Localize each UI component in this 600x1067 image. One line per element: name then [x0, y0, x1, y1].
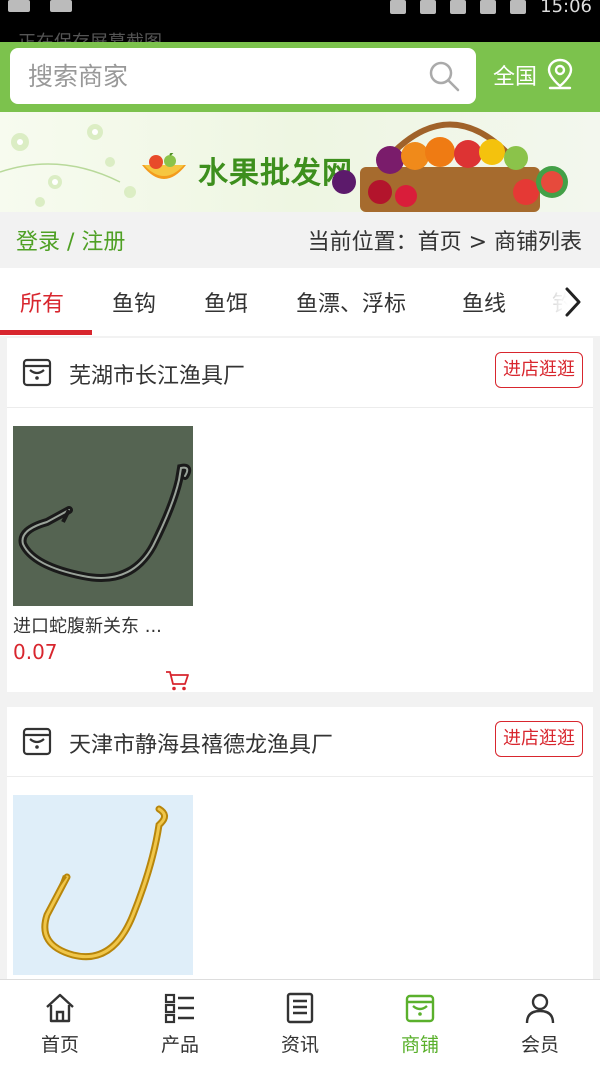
home-icon: [46, 993, 74, 1023]
fruit-bowl-icon: [142, 153, 186, 179]
active-tab-indicator: [0, 330, 92, 335]
store-name[interactable]: 天津市静海县禧德龙渔具厂: [69, 727, 333, 759]
status-system-icons: 15:06: [390, 0, 592, 17]
wifi-icon: [420, 0, 437, 14]
product-item[interactable]: 进口蛇腹新关东 ... 0.07: [13, 426, 193, 691]
search-input[interactable]: [28, 60, 408, 92]
nav-products[interactable]: 产品: [120, 980, 240, 1067]
camera-icon: [8, 0, 30, 12]
product-image[interactable]: [13, 795, 193, 975]
bottom-nav: 首页 产品 资讯 商铺 会员: [0, 979, 600, 1067]
mute-icon: [390, 0, 407, 14]
breadcrumb: 当前位置：首页 > 商铺列表: [307, 230, 582, 255]
search-icon[interactable]: [428, 60, 460, 92]
nav-news[interactable]: 资讯: [240, 980, 360, 1067]
nav-home[interactable]: 首页: [0, 980, 120, 1067]
signal-icon: [450, 0, 467, 14]
signal-icon-2: [480, 0, 497, 14]
list-icon: [164, 993, 194, 1024]
store-card: 芜湖市长江渔具厂 进店逛逛 进口蛇腹新关东 ... 0.07: [7, 338, 593, 692]
user-icon: [525, 993, 555, 1024]
nav-home-label: 首页: [40, 1034, 79, 1056]
store-card-header: 芜湖市长江渔具厂 进店逛逛: [7, 338, 593, 408]
tab-all[interactable]: 所有: [20, 286, 64, 318]
product-price: 0.07: [13, 640, 58, 664]
nav-stores-label: 商铺: [400, 1034, 439, 1056]
status-notification-icons: [8, 0, 72, 14]
visit-store-button[interactable]: 进店逛逛: [495, 352, 583, 388]
store-icon: [22, 727, 52, 756]
fruit-basket-image: [332, 121, 568, 212]
region-selector[interactable]: 全国: [493, 58, 575, 92]
banner[interactable]: 水果批发网: [0, 112, 600, 212]
store-name[interactable]: 芜湖市长江渔具厂: [69, 358, 245, 390]
nav-products-label: 产品: [160, 1034, 199, 1056]
store-card: 天津市静海县禧德龙渔具厂 进店逛逛: [7, 707, 593, 979]
screenshot-icon: [50, 0, 72, 12]
login-register-link[interactable]: 登录 / 注册: [16, 224, 125, 256]
status-time: 15:06: [540, 0, 592, 17]
category-tabs: 所有 鱼钩 鱼饵 鱼漂、浮标 鱼线 钓: [0, 268, 600, 336]
nav-member-label: 会员: [520, 1034, 559, 1056]
cart-icon[interactable]: [165, 670, 189, 692]
tab-float[interactable]: 鱼漂、浮标: [296, 286, 406, 318]
nav-news-label: 资讯: [280, 1034, 319, 1056]
nav-stores[interactable]: 商铺: [360, 980, 480, 1067]
region-label: 全国: [493, 65, 538, 90]
visit-store-button[interactable]: 进店逛逛: [495, 721, 583, 757]
store-icon: [22, 358, 52, 387]
tab-fish-bait[interactable]: 鱼饵: [204, 286, 248, 318]
status-bar: 15:06 正在保存屏幕截图...: [0, 0, 600, 53]
location-icon: [547, 58, 573, 90]
header: 全国: [0, 42, 600, 112]
news-icon: [286, 992, 314, 1024]
store-icon: [405, 994, 435, 1023]
battery-icon: [510, 0, 527, 14]
product-item[interactable]: [13, 795, 193, 975]
breadcrumb-bar: 登录 / 注册 当前位置：首页 > 商铺列表: [0, 212, 600, 268]
product-image[interactable]: [13, 426, 193, 606]
search-box[interactable]: [10, 48, 476, 104]
nav-member[interactable]: 会员: [480, 980, 600, 1067]
tab-fish-hook[interactable]: 鱼钩: [112, 286, 156, 318]
product-name[interactable]: 进口蛇腹新关东 ...: [13, 612, 185, 638]
store-card-header: 天津市静海县禧德龙渔具厂 进店逛逛: [7, 707, 593, 777]
chevron-right-icon[interactable]: [562, 286, 584, 318]
tab-fishing-line[interactable]: 鱼线: [462, 286, 506, 318]
